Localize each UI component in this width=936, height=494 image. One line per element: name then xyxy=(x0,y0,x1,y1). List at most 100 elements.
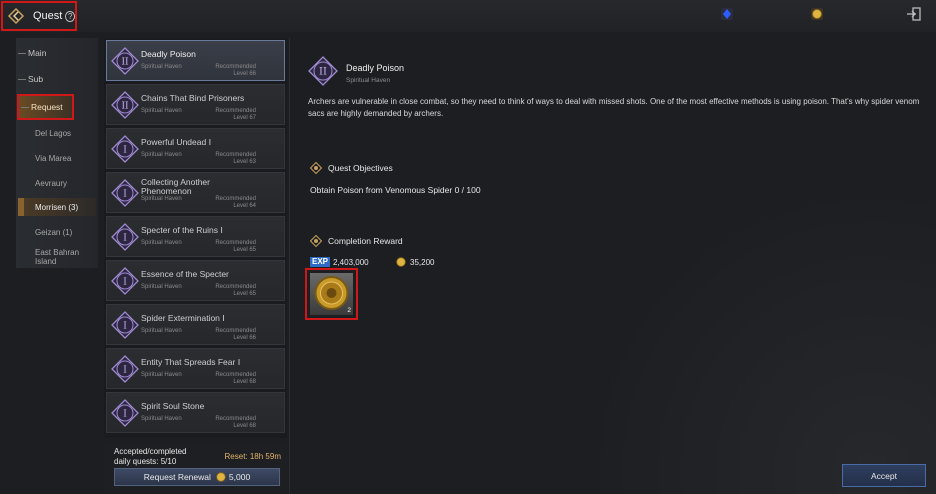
detail-description: Archers are vulnerable in close combat, … xyxy=(308,97,920,118)
svg-text:I: I xyxy=(123,146,127,156)
exp-badge: EXP xyxy=(310,257,331,267)
svg-text:I: I xyxy=(123,366,127,376)
daily-quest-count: Accepted/completed daily quests: 5/10 xyxy=(114,447,187,466)
quest-location: Spiritual Haven xyxy=(141,152,182,158)
region-item-geizan[interactable]: Geizan (1) xyxy=(35,228,72,237)
quest-emblem-icon: II xyxy=(308,56,338,86)
quest-location: Spiritual Haven xyxy=(141,240,182,246)
category-label: Sub xyxy=(28,74,44,84)
gold-coin-icon xyxy=(216,472,226,482)
quest-recommended: Recommended Level 68 xyxy=(215,416,256,429)
quest-name: Essence of the Specter xyxy=(141,269,229,279)
quest-emblem-icon: II xyxy=(111,91,139,119)
svg-text:I: I xyxy=(123,322,127,332)
quest-header[interactable]: Quest ? xyxy=(1,1,77,31)
quest-location: Spiritual Haven xyxy=(141,328,182,334)
quest-name: Specter of the Ruins Ⅰ xyxy=(141,225,223,235)
quest-emblem-icon: I xyxy=(111,311,139,339)
quest-name: Chains That Bind Prisoners xyxy=(141,93,245,103)
svg-text:II: II xyxy=(121,58,129,68)
renewal-label: Request Renewal xyxy=(143,472,211,482)
quest-list: II Deadly Poison Spiritual Haven Recomme… xyxy=(104,38,287,438)
quest-location: Spiritual Haven xyxy=(141,196,182,202)
quest-recommended: Recommended Level 68 xyxy=(215,372,256,385)
quest-row-chains[interactable]: II Chains That Bind Prisoners Spiritual … xyxy=(106,84,285,125)
quest-location: Spiritual Haven xyxy=(141,416,182,422)
quest-emblem-icon: II xyxy=(111,47,139,75)
reward-item-slot[interactable]: 2 xyxy=(305,268,358,320)
region-item-via-marea[interactable]: Via Marea xyxy=(35,154,71,163)
quest-emblem-icon: I xyxy=(111,267,139,295)
svg-text:I: I xyxy=(123,234,127,244)
quest-name: Spider Extermination Ⅰ xyxy=(141,313,225,323)
quest-emblem-icon: I xyxy=(111,223,139,251)
detail-title: Deadly Poison xyxy=(346,63,405,73)
top-bar: Quest ? xyxy=(0,0,936,32)
accept-button[interactable]: Accept xyxy=(842,464,926,487)
quest-recommended: Recommended Level 64 xyxy=(215,196,256,209)
daily-quest-panel: Accepted/completed daily quests: 5/10 Re… xyxy=(104,442,287,494)
quest-location: Spiritual Haven xyxy=(141,108,182,114)
quest-name: Deadly Poison xyxy=(141,49,196,59)
category-request[interactable]: Request xyxy=(17,94,74,120)
region-item-east-bahran[interactable]: East Bahran Island xyxy=(35,248,95,266)
gold-value: 35,200 xyxy=(410,258,435,267)
objective-text: Obtain Poison from Venomous Spider 0 / 1… xyxy=(310,185,481,195)
svg-text:I: I xyxy=(123,190,127,200)
svg-text:I: I xyxy=(123,278,127,288)
reset-timer: Reset: 18h 59m xyxy=(224,452,281,461)
category-sidebar: Main Sub Request Del Lagos Via Marea Aev… xyxy=(16,38,98,268)
divider xyxy=(289,38,290,494)
quest-name: Spirit Soul Stone xyxy=(141,401,205,411)
compass-icon xyxy=(310,235,322,247)
exit-icon[interactable] xyxy=(906,6,922,22)
quest-recommended: Recommended Level 65 xyxy=(215,284,256,297)
quest-detail-panel: II Deadly Poison Spiritual Haven Archers… xyxy=(292,38,936,494)
quest-recommended: Recommended Level 66 xyxy=(215,328,256,341)
reward-item: 2 xyxy=(310,273,353,315)
quest-recommended: Recommended Level 66 xyxy=(215,64,256,77)
quest-recommended: Recommended Level 67 xyxy=(215,108,256,121)
compass-icon xyxy=(310,162,322,174)
back-arrow-icon[interactable] xyxy=(7,7,25,25)
quest-location: Spiritual Haven xyxy=(141,372,182,378)
quest-row-essence[interactable]: I Essence of the Specter Spiritual Haven… xyxy=(106,260,285,301)
svg-text:II: II xyxy=(121,102,129,112)
exp-value: 2,403,000 xyxy=(333,258,369,267)
quest-row-specter-ruins[interactable]: I Specter of the Ruins Ⅰ Spiritual Haven… xyxy=(106,216,285,257)
blue-gem-icon[interactable] xyxy=(720,7,734,21)
region-item-aevraury[interactable]: Aevraury xyxy=(35,179,67,188)
svg-text:I: I xyxy=(123,410,127,420)
renewal-cost: 5,000 xyxy=(228,472,251,482)
quest-row-spider[interactable]: I Spider Extermination Ⅰ Spiritual Haven… xyxy=(106,304,285,345)
reward-heading: Completion Reward xyxy=(310,235,403,247)
help-icon[interactable]: ? xyxy=(65,10,75,22)
category-label: Main xyxy=(28,48,47,58)
quest-emblem-icon: I xyxy=(111,179,139,207)
quest-name: Powerful Undead Ⅰ xyxy=(141,137,212,147)
quest-row-collecting[interactable]: I Collecting Another Phenomenon Spiritua… xyxy=(106,172,285,213)
objectives-heading: Quest Objectives xyxy=(310,162,393,174)
svg-text:II: II xyxy=(319,67,327,78)
quest-row-entity[interactable]: I Entity That Spreads Fear Ⅰ Spiritual H… xyxy=(106,348,285,389)
category-label: Request xyxy=(31,102,63,112)
request-renewal-button[interactable]: Request Renewal 5,000 xyxy=(114,468,280,486)
quest-name: Collecting Another Phenomenon xyxy=(141,177,210,196)
category-main[interactable]: Main xyxy=(16,42,98,64)
quest-row-spirit-soul[interactable]: I Spirit Soul Stone Spiritual Haven Reco… xyxy=(106,392,285,433)
page-title: Quest xyxy=(33,10,63,22)
region-item-del-lagos[interactable]: Del Lagos xyxy=(35,129,71,138)
gold-coin-icon xyxy=(396,257,406,267)
quest-location: Spiritual Haven xyxy=(141,64,182,70)
gold-coin-icon[interactable] xyxy=(810,7,824,21)
quest-emblem-icon: I xyxy=(111,355,139,383)
quest-recommended: Recommended Level 65 xyxy=(215,240,256,253)
quest-location: Spiritual Haven xyxy=(141,284,182,290)
quest-name: Entity That Spreads Fear Ⅰ xyxy=(141,357,241,367)
quest-row-deadly-poison[interactable]: II Deadly Poison Spiritual Haven Recomme… xyxy=(106,40,285,81)
region-item-morrisen[interactable]: Morrisen (3) xyxy=(35,203,78,212)
quest-row-powerful-undead[interactable]: I Powerful Undead Ⅰ Spiritual Haven Reco… xyxy=(106,128,285,169)
quest-emblem-icon: I xyxy=(111,135,139,163)
reward-count: 2 xyxy=(347,307,351,314)
category-sub[interactable]: Sub xyxy=(16,68,98,90)
